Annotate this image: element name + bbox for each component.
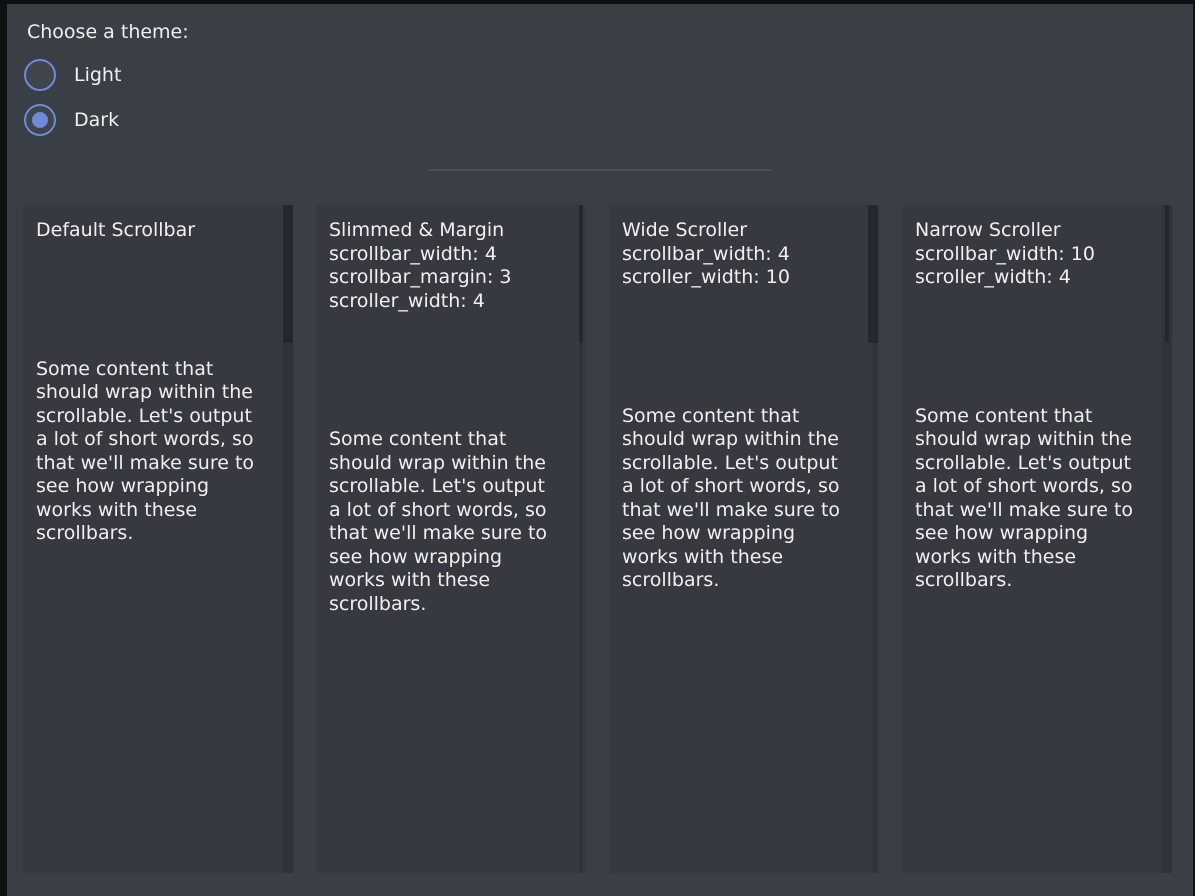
panel-paragraph: Some content that should wrap within the… xyxy=(36,358,263,546)
panel-title: Narrow Scroller scrollbar_width: 10 scro… xyxy=(915,219,1142,290)
scrollbar-thumb[interactable] xyxy=(1165,205,1169,343)
radio-dark[interactable]: Dark xyxy=(24,104,119,136)
radio-dark-circle[interactable] xyxy=(24,104,56,136)
radio-light-circle[interactable] xyxy=(24,59,56,91)
scrollbar-thumb[interactable] xyxy=(579,205,583,343)
theme-prompt: Choose a theme: xyxy=(27,20,189,44)
panel-title: Wide Scroller scrollbar_width: 4 scrolle… xyxy=(622,219,849,290)
panel-paragraph: Some content that should wrap within the… xyxy=(329,428,556,616)
scrollable-wide-content-area: Wide Scroller scrollbar_width: 4 scrolle… xyxy=(609,205,879,593)
app-root: Choose a theme: Light Dark Default Scrol… xyxy=(7,4,1193,896)
panel-paragraph: Some content that should wrap within the… xyxy=(622,405,849,593)
panel-title: Default Scrollbar xyxy=(36,219,263,243)
divider-rule xyxy=(428,169,772,171)
scrollable-slimmed-margin[interactable]: Slimmed & Margin scrollbar_width: 4 scro… xyxy=(316,205,586,873)
scrollbar-thumb[interactable] xyxy=(283,205,293,343)
panel-paragraph: Some content that should wrap within the… xyxy=(915,405,1142,593)
radio-dot-icon xyxy=(32,112,48,128)
scrollable-slim-content-area: Slimmed & Margin scrollbar_width: 4 scro… xyxy=(316,205,586,616)
scrollable-narrow-content-area: Narrow Scroller scrollbar_width: 10 scro… xyxy=(902,205,1172,593)
radio-light[interactable]: Light xyxy=(24,59,121,91)
scrollable-panels-row: Default Scrollbar Some content that shou… xyxy=(23,205,1172,873)
scrollbar-thumb[interactable] xyxy=(868,205,878,343)
scrollable-default[interactable]: Default Scrollbar Some content that shou… xyxy=(23,205,293,873)
scrollable-narrow-scroller[interactable]: Narrow Scroller scrollbar_width: 10 scro… xyxy=(902,205,1172,873)
radio-dark-label: Dark xyxy=(74,108,119,132)
panel-title: Slimmed & Margin scrollbar_width: 4 scro… xyxy=(329,219,556,313)
radio-light-label: Light xyxy=(74,63,121,87)
scrollable-default-content-area: Default Scrollbar Some content that shou… xyxy=(23,205,293,546)
scrollable-wide-scroller[interactable]: Wide Scroller scrollbar_width: 4 scrolle… xyxy=(609,205,879,873)
